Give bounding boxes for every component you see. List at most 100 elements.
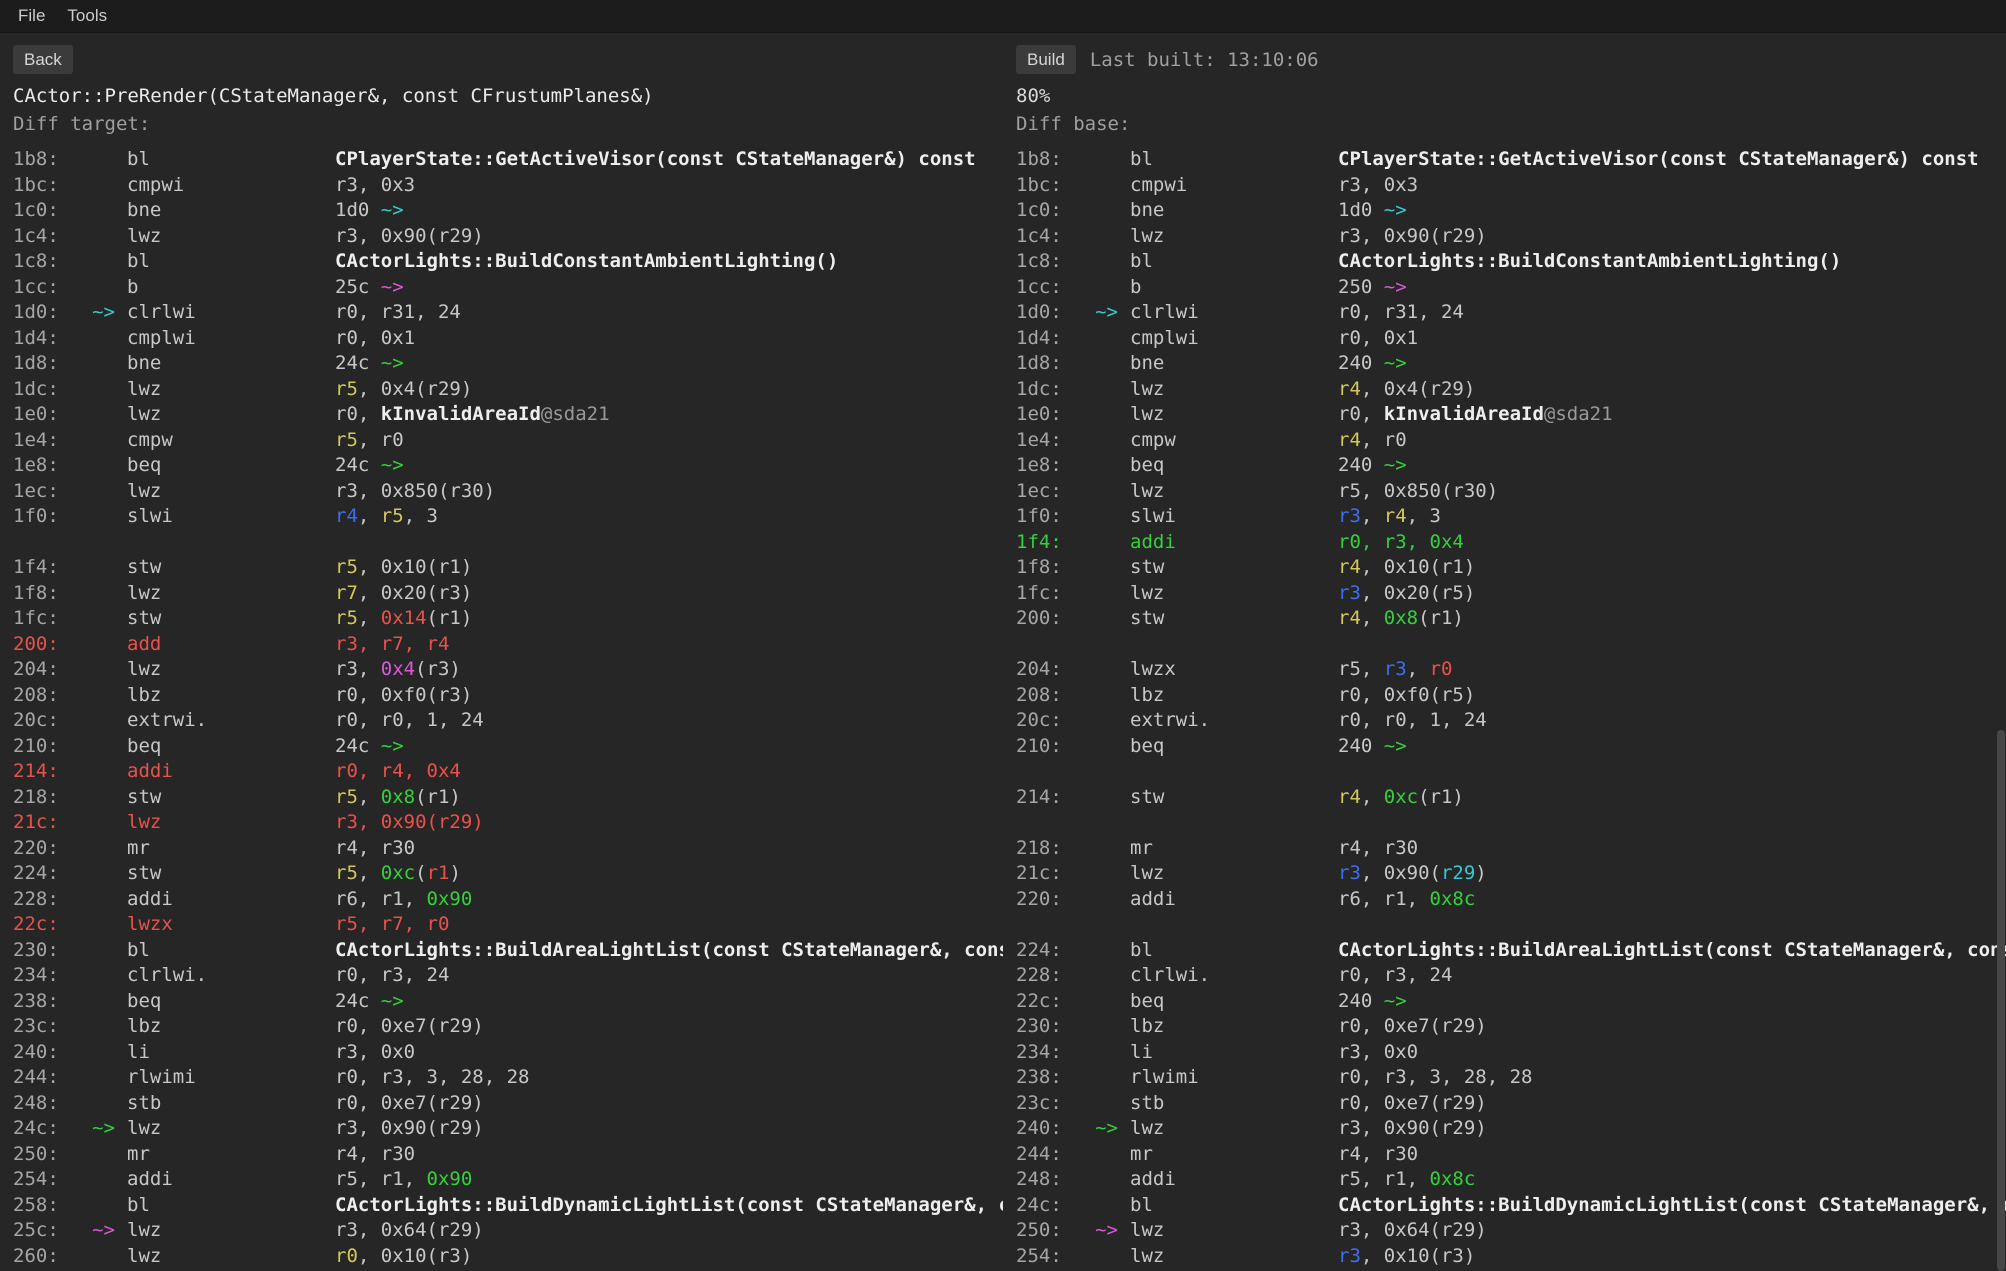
asm-row[interactable]: 22c:beq240 ~> bbox=[1003, 989, 2006, 1015]
asm-row[interactable]: 1f0:slwir3, r4, 3 bbox=[1003, 504, 2006, 530]
scrollbar[interactable] bbox=[1996, 33, 2006, 1271]
asm-row[interactable]: 204:lwzr3, 0x4(r3) bbox=[0, 657, 1003, 683]
asm-row[interactable]: 230:blCActorLights::BuildAreaLightList(c… bbox=[0, 938, 1003, 964]
asm-row[interactable]: 1c0:bne1d0 ~> bbox=[0, 198, 1003, 224]
asm-row[interactable]: 1dc:lwzr4, 0x4(r29) bbox=[1003, 377, 2006, 403]
asm-row[interactable]: 234:lir3, 0x0 bbox=[1003, 1040, 2006, 1066]
asm-row[interactable]: 1d4:cmplwir0, 0x1 bbox=[0, 326, 1003, 352]
asm-row[interactable]: 1c8:blCActorLights::BuildConstantAmbient… bbox=[0, 249, 1003, 275]
asm-row[interactable]: 1c4:lwzr3, 0x90(r29) bbox=[1003, 224, 2006, 250]
asm-row[interactable]: 248:addir5, r1, 0x8c bbox=[1003, 1167, 2006, 1193]
asm-row[interactable]: 214:stwr4, 0xc(r1) bbox=[1003, 785, 2006, 811]
asm-row[interactable]: 1f4:addir0, r3, 0x4 bbox=[1003, 530, 2006, 556]
asm-row[interactable]: 228:addir6, r1, 0x90 bbox=[0, 887, 1003, 913]
asm-row[interactable]: 238:beq24c ~> bbox=[0, 989, 1003, 1015]
asm-token: 24c bbox=[335, 990, 381, 1012]
asm-row[interactable]: 258:blCActorLights::BuildDynamicLightLis… bbox=[0, 1193, 1003, 1219]
asm-row[interactable]: 1cc:b25c ~> bbox=[0, 275, 1003, 301]
asm-row[interactable]: 1d0:~>clrlwir0, r31, 24 bbox=[1003, 300, 2006, 326]
asm-row[interactable]: 25c:~>lwzr3, 0x64(r29) bbox=[0, 1218, 1003, 1244]
asm-row[interactable]: 1b8:blCPlayerState::GetActiveVisor(const… bbox=[0, 147, 1003, 173]
asm-row[interactable]: 224:blCActorLights::BuildAreaLightList(c… bbox=[1003, 938, 2006, 964]
asm-row[interactable]: 1ec:lwzr5, 0x850(r30) bbox=[1003, 479, 2006, 505]
asm-token: , 3 bbox=[1407, 505, 1441, 527]
asm-row[interactable]: 22c:lwzxr5, r7, r0 bbox=[0, 912, 1003, 938]
menu-tools[interactable]: Tools bbox=[57, 2, 117, 30]
asm-row[interactable]: 1e0:lwzr0, kInvalidAreaId@sda21 bbox=[1003, 402, 2006, 428]
asm-row[interactable]: 224:stwr5, 0xc(r1) bbox=[0, 861, 1003, 887]
asm-row[interactable]: 254:addir5, r1, 0x90 bbox=[0, 1167, 1003, 1193]
build-button[interactable]: Build bbox=[1016, 45, 1076, 74]
asm-row[interactable]: 1d4:cmplwir0, 0x1 bbox=[1003, 326, 2006, 352]
asm-row[interactable]: 1fc:stwr5, 0x14(r1) bbox=[0, 606, 1003, 632]
asm-row[interactable]: 208:lbzr0, 0xf0(r5) bbox=[1003, 683, 2006, 709]
asm-row[interactable]: 23c:lbzr0, 0xe7(r29) bbox=[0, 1014, 1003, 1040]
scrollbar-thumb[interactable] bbox=[1997, 730, 2005, 1271]
asm-row[interactable]: 1f4:stwr5, 0x10(r1) bbox=[0, 555, 1003, 581]
asm-row[interactable]: 210:beq240 ~> bbox=[1003, 734, 2006, 760]
asm-row[interactable]: 1f8:stwr4, 0x10(r1) bbox=[1003, 555, 2006, 581]
asm-row[interactable]: 230:lbzr0, 0xe7(r29) bbox=[1003, 1014, 2006, 1040]
asm-row[interactable]: 1ec:lwzr3, 0x850(r30) bbox=[0, 479, 1003, 505]
asm-row[interactable]: 1e8:beq240 ~> bbox=[1003, 453, 2006, 479]
asm-row[interactable]: 1f0:slwir4, r5, 3 bbox=[0, 504, 1003, 530]
asm-row[interactable]: 240:lir3, 0x0 bbox=[0, 1040, 1003, 1066]
asm-address: 260: bbox=[13, 1244, 73, 1270]
asm-row[interactable]: 238:rlwimir0, r3, 3, 28, 28 bbox=[1003, 1065, 2006, 1091]
asm-token: , 0x20(r3) bbox=[358, 582, 472, 604]
asm-row[interactable]: 220:addir6, r1, 0x8c bbox=[1003, 887, 2006, 913]
asm-row[interactable]: 21c:lwzr3, 0x90(r29) bbox=[0, 810, 1003, 836]
asm-mnemonic: lwz bbox=[127, 377, 335, 403]
asm-row[interactable]: 250:mrr4, r30 bbox=[0, 1142, 1003, 1168]
asm-row[interactable]: 23c:stbr0, 0xe7(r29) bbox=[1003, 1091, 2006, 1117]
asm-row[interactable]: 200:stwr4, 0x8(r1) bbox=[1003, 606, 2006, 632]
asm-row[interactable]: 1e8:beq24c ~> bbox=[0, 453, 1003, 479]
asm-row[interactable]: 20c:extrwi.r0, r0, 1, 24 bbox=[0, 708, 1003, 734]
asm-mnemonic: stw bbox=[127, 606, 335, 632]
asm-row[interactable]: 1c8:blCActorLights::BuildConstantAmbient… bbox=[1003, 249, 2006, 275]
asm-row[interactable]: 1d8:bne24c ~> bbox=[0, 351, 1003, 377]
asm-row[interactable]: 254:lwzr3, 0x10(r3) bbox=[1003, 1244, 2006, 1270]
asm-address: 218: bbox=[13, 785, 73, 811]
asm-row[interactable]: 1c0:bne1d0 ~> bbox=[1003, 198, 2006, 224]
asm-row[interactable]: 244:rlwimir0, r3, 3, 28, 28 bbox=[0, 1065, 1003, 1091]
asm-row[interactable]: 20c:extrwi.r0, r0, 1, 24 bbox=[1003, 708, 2006, 734]
asm-row[interactable]: 1e4:cmpwr5, r0 bbox=[0, 428, 1003, 454]
asm-row[interactable]: 204:lwzxr5, r3, r0 bbox=[1003, 657, 2006, 683]
menu-file[interactable]: File bbox=[8, 2, 55, 30]
asm-row[interactable]: 218:mrr4, r30 bbox=[1003, 836, 2006, 862]
asm-row[interactable]: 234:clrlwi.r0, r3, 24 bbox=[0, 963, 1003, 989]
branch-arrow-gutter bbox=[73, 632, 127, 658]
asm-row[interactable]: 208:lbzr0, 0xf0(r3) bbox=[0, 683, 1003, 709]
asm-row[interactable]: 250:~>lwzr3, 0x64(r29) bbox=[1003, 1218, 2006, 1244]
asm-token: ~> bbox=[1384, 990, 1407, 1012]
asm-row[interactable]: 1dc:lwzr5, 0x4(r29) bbox=[0, 377, 1003, 403]
asm-row[interactable]: 1e4:cmpwr4, r0 bbox=[1003, 428, 2006, 454]
asm-token: ) bbox=[1475, 862, 1486, 884]
asm-row[interactable]: 24c:~>lwzr3, 0x90(r29) bbox=[0, 1116, 1003, 1142]
asm-row[interactable]: 210:beq24c ~> bbox=[0, 734, 1003, 760]
asm-row[interactable]: 1c4:lwzr3, 0x90(r29) bbox=[0, 224, 1003, 250]
asm-row[interactable]: 248:stbr0, 0xe7(r29) bbox=[0, 1091, 1003, 1117]
asm-row[interactable]: 260:lwzr0, 0x10(r3) bbox=[0, 1244, 1003, 1270]
asm-row[interactable]: 228:clrlwi.r0, r3, 24 bbox=[1003, 963, 2006, 989]
asm-row[interactable]: 21c:lwzr3, 0x90(r29) bbox=[1003, 861, 2006, 887]
asm-row[interactable]: 214:addir0, r4, 0x4 bbox=[0, 759, 1003, 785]
asm-row[interactable]: 240:~>lwzr3, 0x90(r29) bbox=[1003, 1116, 2006, 1142]
asm-row[interactable]: 220:mrr4, r30 bbox=[0, 836, 1003, 862]
asm-row[interactable]: 1b8:blCPlayerState::GetActiveVisor(const… bbox=[1003, 147, 2006, 173]
asm-row[interactable]: 1cc:b250 ~> bbox=[1003, 275, 2006, 301]
asm-row[interactable]: 1fc:lwzr3, 0x20(r5) bbox=[1003, 581, 2006, 607]
back-button[interactable]: Back bbox=[13, 45, 73, 74]
asm-row[interactable]: 1d0:~>clrlwir0, r31, 24 bbox=[0, 300, 1003, 326]
asm-row[interactable]: 1d8:bne240 ~> bbox=[1003, 351, 2006, 377]
asm-row[interactable]: 218:stwr5, 0x8(r1) bbox=[0, 785, 1003, 811]
asm-row[interactable]: 200:addr3, r7, r4 bbox=[0, 632, 1003, 658]
asm-row[interactable]: 1bc:cmpwir3, 0x3 bbox=[0, 173, 1003, 199]
asm-row[interactable]: 1bc:cmpwir3, 0x3 bbox=[1003, 173, 2006, 199]
asm-row[interactable]: 24c:blCActorLights::BuildDynamicLightLis… bbox=[1003, 1193, 2006, 1219]
asm-row[interactable]: 244:mrr4, r30 bbox=[1003, 1142, 2006, 1168]
asm-row[interactable]: 1e0:lwzr0, kInvalidAreaId@sda21 bbox=[0, 402, 1003, 428]
asm-row[interactable]: 1f8:lwzr7, 0x20(r3) bbox=[0, 581, 1003, 607]
asm-operands: r7, 0x20(r3) bbox=[335, 581, 1003, 607]
